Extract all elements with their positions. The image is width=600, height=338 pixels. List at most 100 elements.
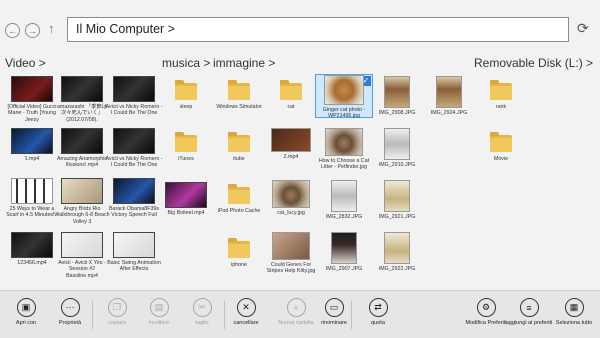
file-label: Ginger cat photo - WP21495.jpg [322,107,366,120]
folder-icon [228,184,250,204]
folder-item[interactable]: rank [472,78,530,110]
address-bar[interactable]: Il Mio Computer > [67,17,569,42]
folder-item[interactable]: iphone [210,236,268,268]
cut-label: taglio [195,320,209,326]
video-thumbnail [271,128,311,152]
image-thumbnail [272,180,310,208]
file-label: IMG_2908.JPG [378,110,416,116]
paste-icon: ▤ [149,298,169,317]
add-favorites-label: aggiungi ai preferiti [505,320,553,326]
folder-icon [175,80,197,100]
image-thumbnail [384,232,410,264]
file-item[interactable]: IMG_2907.JPG [315,232,373,272]
group-header-musica[interactable]: musica > [162,56,210,70]
video-thumbnail [165,182,207,208]
file-label: IMG_2924.JPG [430,110,468,116]
file-item[interactable]: IMG_2921.JPG [368,180,426,220]
file-label: Amazing Anamorphic Illusions!.mp4 [56,156,108,169]
file-label: Avicii vs Nicky Romero - I Could Be The … [105,156,163,169]
file-label: Avicii - Avicii X You - Session #2 Bassl… [58,260,106,279]
file-label: Angry Birds Rio Walkthrough 6-8 Beach Vo… [54,206,110,225]
file-label: Basic Swing Animation After Effects [107,260,161,273]
file-item[interactable]: Barack Obama8F39s Victory Speech Full [105,178,163,219]
image-thumbnail [384,76,410,108]
group-header-video[interactable]: Video > [5,56,46,70]
select-all-button[interactable]: ▦ Seleziona tutto [549,298,599,327]
folder-item[interactable]: cat [262,78,320,110]
file-item[interactable]: Could Genes For Stripes Help Kitty.jpg [262,232,320,275]
select-all-icon: ▦ [564,298,584,317]
group-header-removable[interactable]: Removable Disk (L:) > [474,56,593,70]
video-thumbnail [61,128,103,154]
group-header-immagine[interactable]: immagine > [213,56,275,70]
file-item[interactable]: Avicii vs Nicky Romero - I Could Be The … [105,128,163,169]
file-item[interactable]: Amazing Anamorphic Illusions!.mp4 [53,128,111,169]
file-item[interactable]: Avicii - Avicii X You - Session #2 Bassl… [53,232,111,279]
properties-button[interactable]: ⋯ Proprietà [45,298,95,327]
file-item[interactable]: IMG_2832.JPG [315,180,373,220]
file-label: cat_lucy.jpg [277,210,305,216]
file-label: Big Boiteel.mp4 [167,210,205,216]
file-item[interactable]: Avicii vs Nicky Romero - I Could Be The … [105,76,163,117]
forward-arrow-icon[interactable]: → [25,23,40,38]
share-label: quota [371,320,385,326]
file-item[interactable]: IMG_2924.JPG [420,76,478,116]
refresh-icon[interactable]: ⟳ [577,20,589,37]
folder-item[interactable]: Windows Simulator [210,78,268,110]
file-item[interactable]: amazarashi 『季節は 次々死んでいく』 (2012.07/08). [53,76,111,123]
folder-label: iTunes [178,156,194,162]
folder-item[interactable]: Movie [472,130,530,162]
folder-item[interactable]: itube [210,130,268,162]
share-button[interactable]: ⇄ quota [353,298,403,327]
file-item[interactable]: 2.mp4 [262,128,320,160]
file-item[interactable]: IMG_2910.JPG [368,128,426,168]
file-label: IMG_2921.JPG [378,214,416,220]
cut-button[interactable]: ✂ taglio [177,298,227,327]
video-thumbnail [11,76,53,102]
video-thumbnail [113,178,155,204]
file-item[interactable]: Angry Birds Rio Walkthrough 6-8 Beach Vo… [53,178,111,225]
back-arrow-icon[interactable]: ← [5,23,20,38]
file-label: Could Genes For Stripes Help Kitty.jpg [266,262,316,275]
video-thumbnail [11,128,53,154]
file-item[interactable]: IMG_2922.JPG [368,232,426,272]
file-label: amazarashi 『季節は 次々死んでいく』 (2012.07/08). [56,104,108,123]
video-thumbnail [113,128,155,154]
gear-icon: ⚙ [476,298,496,317]
app-bar: ▣ Apri con ⋯ Proprietà ❐ copiare ▤ incollare… [0,290,600,338]
folder-icon [228,238,250,258]
open-with-icon: ▣ [16,298,36,317]
file-label: IMG_2907.JPG [325,266,363,272]
folder-icon [228,80,250,100]
open-with-label: Apri con [15,320,37,326]
open-with-button[interactable]: ▣ Apri con [1,298,51,327]
folder-item[interactable]: sleep [157,78,215,110]
folder-icon [175,132,197,152]
file-item-selected[interactable]: ✓ Ginger cat photo - WP21495.jpg [315,74,373,120]
select-all-label: Seleziona tutto [555,320,593,326]
folder-icon [490,80,512,100]
file-item[interactable]: Basic Swing Animation After Effects [105,232,163,273]
folder-label: itube [233,156,245,162]
more-icon: ⋯ [60,298,80,317]
delete-button[interactable]: ✕ cancellare [221,298,271,327]
new-folder-icon: + [286,298,306,317]
close-icon: ✕ [236,298,256,317]
image-thumbnail [384,180,410,212]
up-arrow-icon[interactable]: ↑ [48,21,55,36]
image-thumbnail [331,232,357,264]
video-thumbnail [61,232,103,258]
folder-item[interactable]: iPod Photo Cache [210,182,268,214]
video-thumbnail [61,178,103,204]
top-bar: ← → ↑ Il Mio Computer > ⟳ [0,0,600,46]
image-thumbnail [384,128,410,160]
file-item[interactable]: cat_lucy.jpg [262,180,320,216]
folder-item[interactable]: iTunes [157,130,215,162]
folder-icon [280,80,302,100]
add-favorites-button[interactable]: ≡ aggiungi ai preferiti [504,298,554,327]
file-item[interactable]: Big Boiteel.mp4 [157,182,215,216]
image-thumbnail [272,232,310,260]
file-item[interactable]: IMG_2908.JPG [368,76,426,116]
file-item[interactable]: How to Choose a Cat Litter - Petfinder.j… [315,128,373,171]
file-label: IMG_2832.JPG [325,214,363,220]
